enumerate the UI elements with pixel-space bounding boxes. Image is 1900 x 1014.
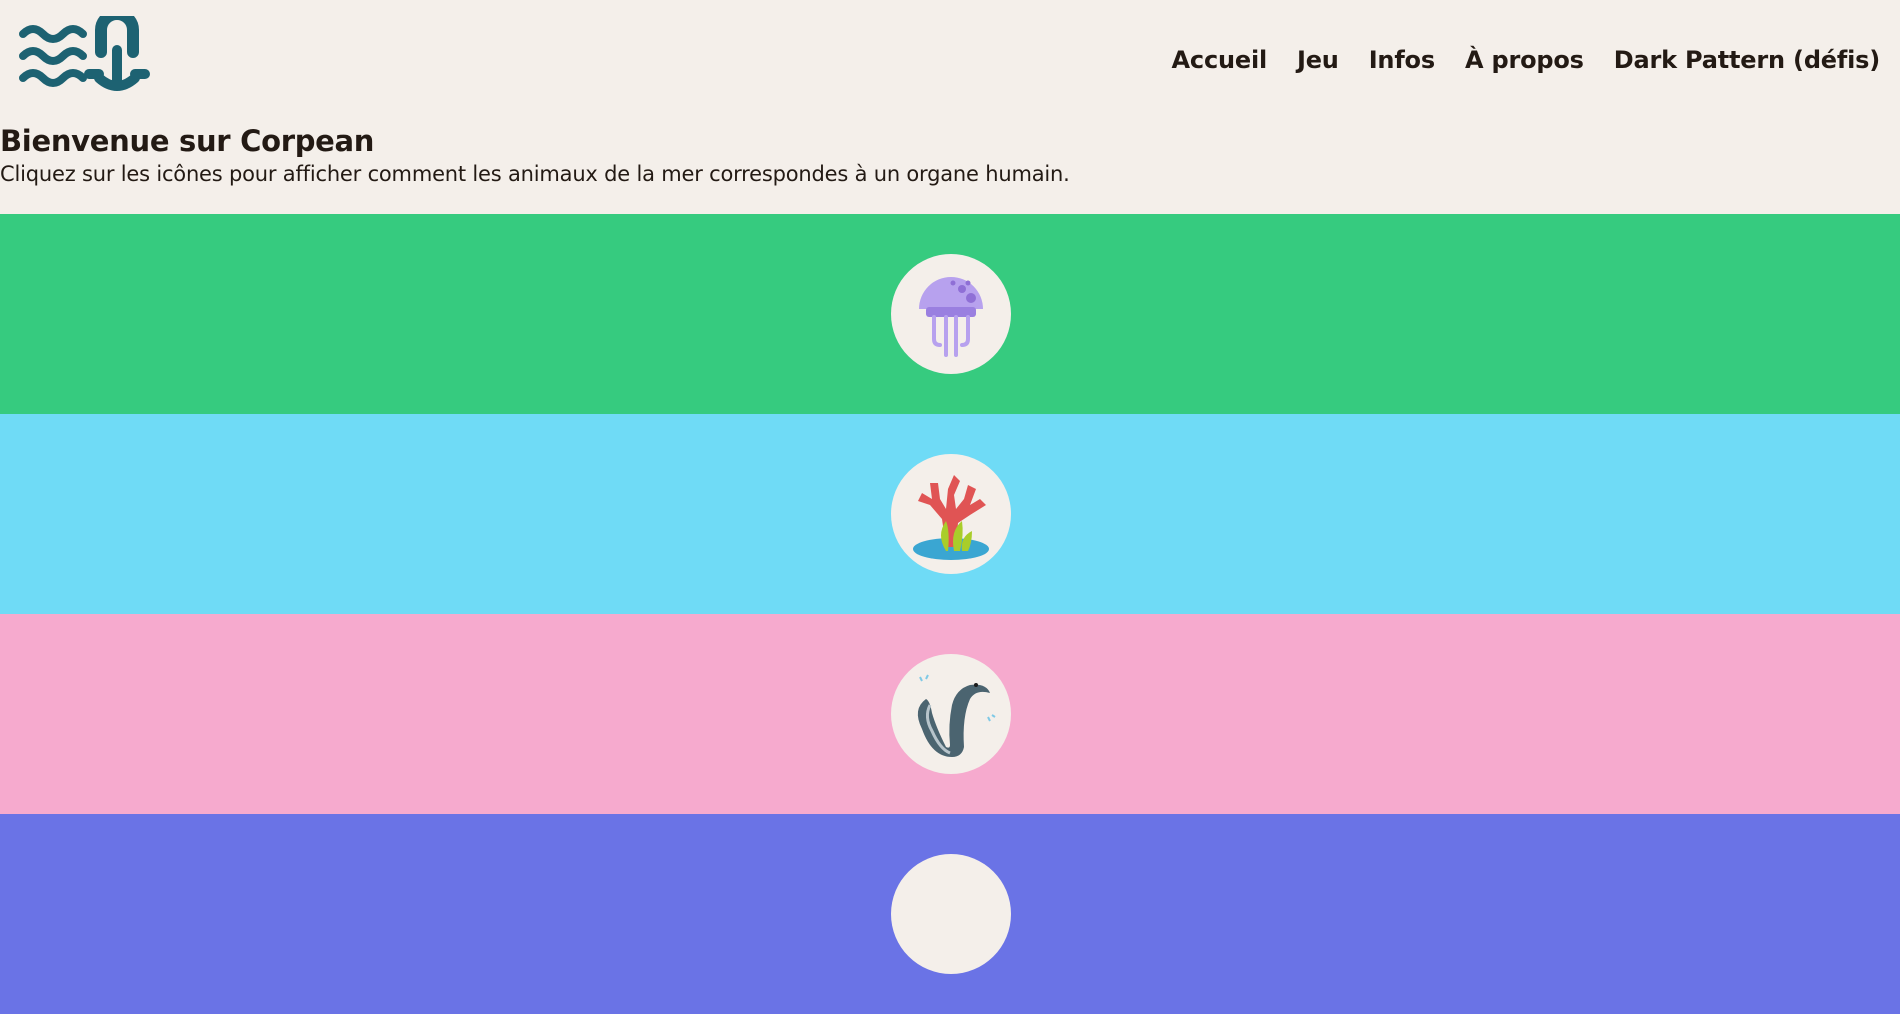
- logo-icon[interactable]: [17, 16, 153, 100]
- page-title: Bienvenue sur Corpean: [0, 124, 375, 158]
- nav-link-accueil[interactable]: Accueil: [1172, 46, 1268, 74]
- site-header: Accueil Jeu Infos À propos Dark Pattern …: [0, 0, 1900, 123]
- main-nav: Accueil Jeu Infos À propos Dark Pattern …: [1172, 46, 1881, 74]
- band-coral: [0, 414, 1900, 614]
- nav-link-a-propos[interactable]: À propos: [1465, 46, 1584, 74]
- band-fourth: [0, 814, 1900, 1014]
- jellyfish-icon: [919, 277, 983, 357]
- intro-text: Cliquez sur les icônes pour afficher com…: [0, 162, 1070, 186]
- coral-icon: [913, 475, 989, 560]
- eel-icon: [917, 674, 996, 757]
- jellyfish-button[interactable]: [891, 254, 1011, 374]
- eel-button[interactable]: [891, 654, 1011, 774]
- animal-bands: [0, 214, 1900, 1014]
- nav-link-infos[interactable]: Infos: [1369, 46, 1435, 74]
- nav-link-jeu[interactable]: Jeu: [1297, 46, 1339, 74]
- intro-section: Bienvenue sur Corpean Cliquez sur les ic…: [0, 123, 1070, 189]
- unknown-icon: [896, 859, 1006, 969]
- nav-link-dark-pattern[interactable]: Dark Pattern (défis): [1614, 46, 1880, 74]
- band-jellyfish: [0, 214, 1900, 414]
- band-eel: [0, 614, 1900, 814]
- fourth-animal-button[interactable]: [891, 854, 1011, 974]
- coral-button[interactable]: [891, 454, 1011, 574]
